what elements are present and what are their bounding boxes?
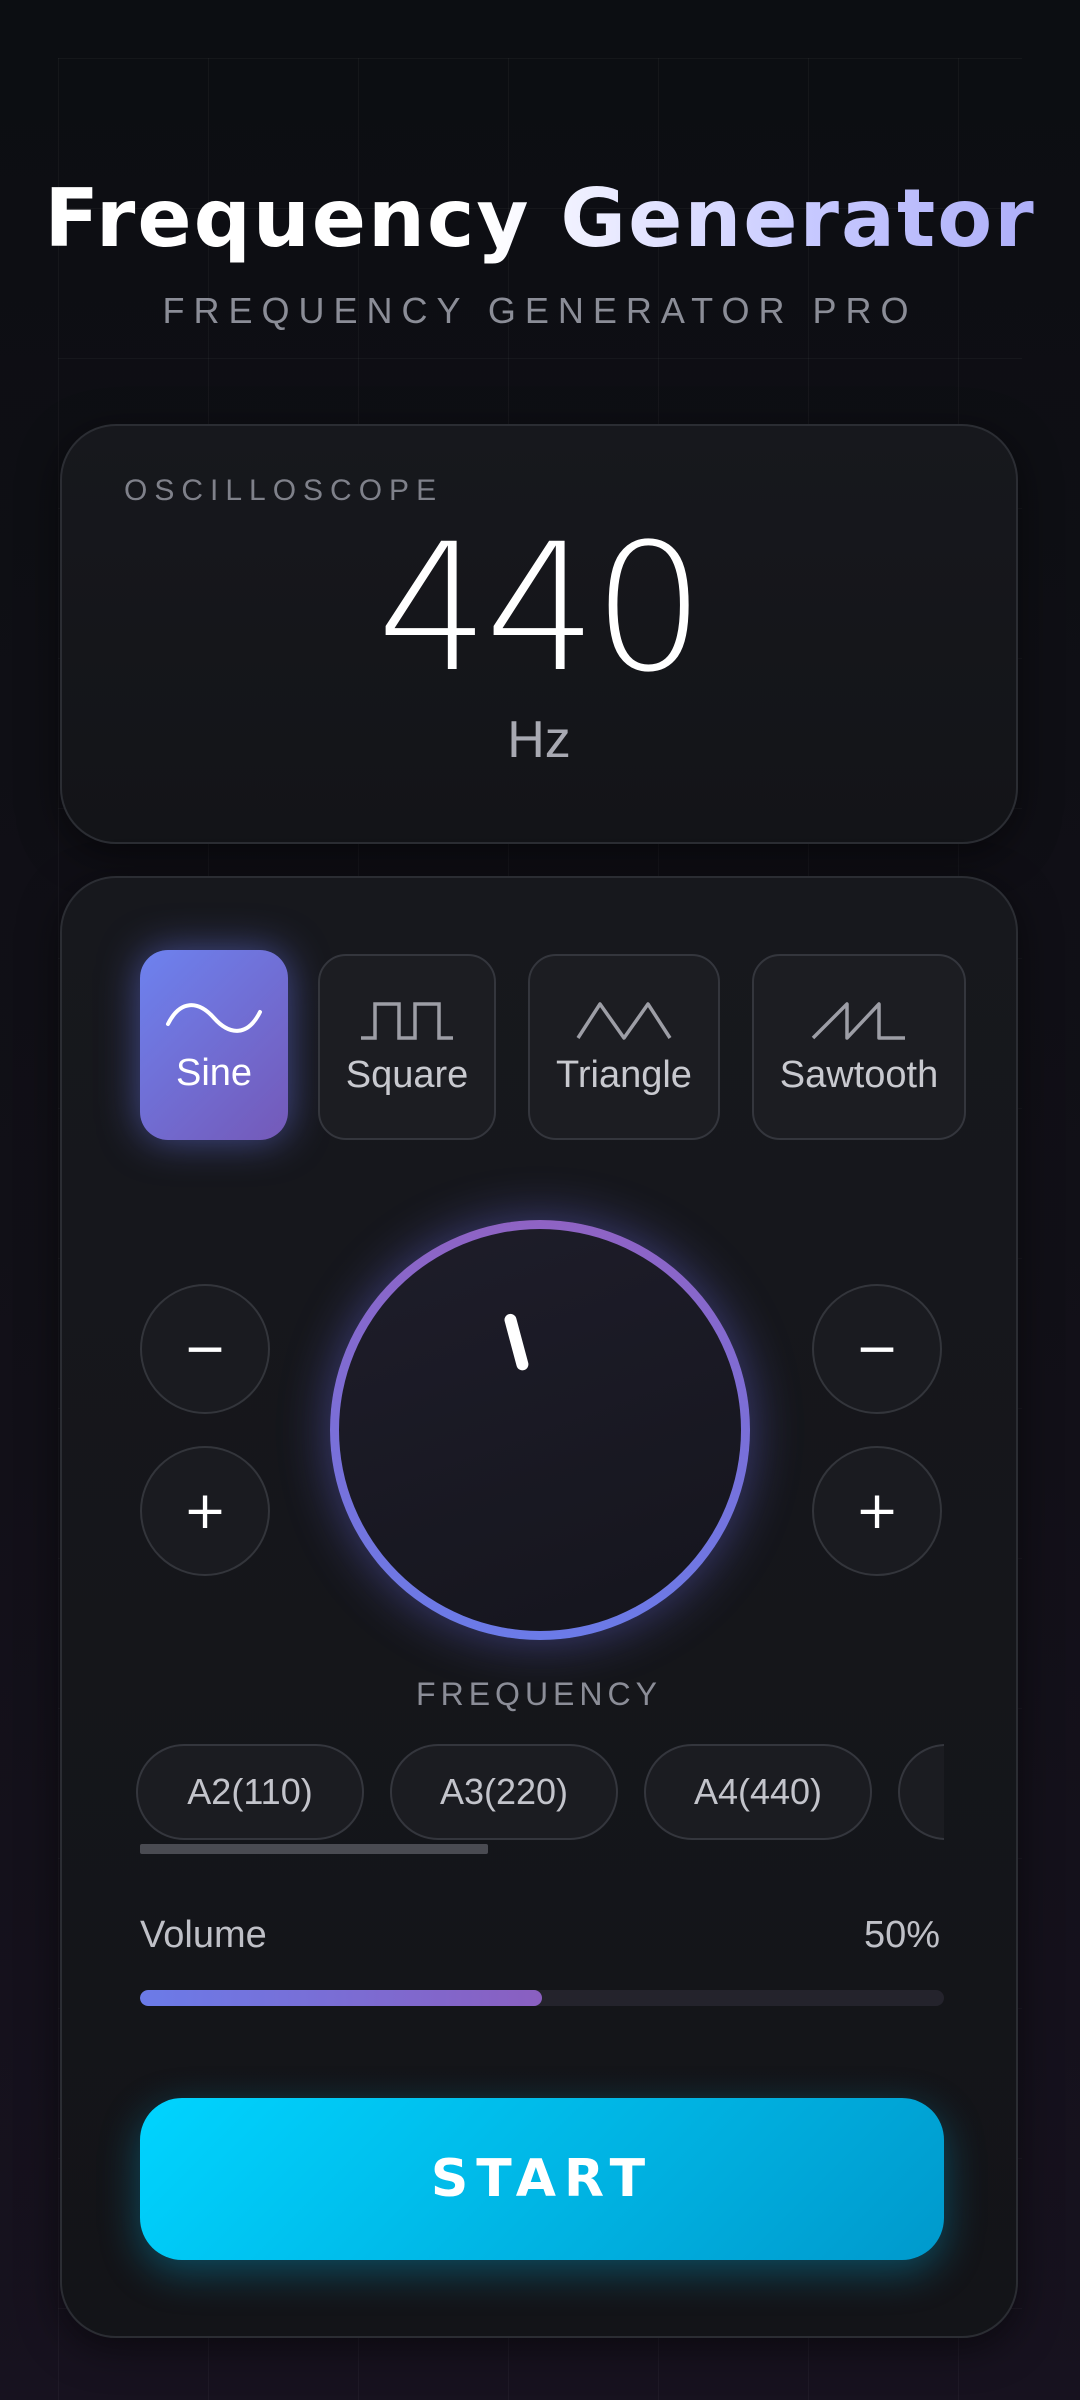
waveform-label: Triangle — [556, 1053, 692, 1096]
triangle-wave-icon — [576, 1001, 672, 1040]
frequency-dial[interactable] — [330, 1220, 750, 1640]
sawtooth-wave-icon — [811, 1001, 905, 1040]
preset-scroller[interactable]: A2(110) A3(220) A4(440) — [136, 1744, 944, 1844]
frequency-fine-decrease-button[interactable]: − — [812, 1284, 942, 1414]
frequency-unit: Hz — [507, 711, 571, 769]
square-wave-icon — [361, 1001, 453, 1040]
waveform-label: Square — [345, 1053, 469, 1096]
frequency-increase-button[interactable]: + — [140, 1446, 270, 1576]
volume-value: 50% — [863, 1914, 940, 1956]
volume-label: Volume — [140, 1914, 267, 1956]
preset-a4-button[interactable]: A4(440) — [644, 1744, 872, 1840]
controls-panel: Sine Square Triangle Sawtooth − + − + FR… — [60, 876, 1018, 2338]
preset-a2-button[interactable]: A2(110) — [136, 1744, 364, 1840]
frequency-fine-increase-button[interactable]: + — [812, 1446, 942, 1576]
app-title: Frequency Generator — [0, 172, 1080, 265]
preset-next-button[interactable] — [898, 1744, 944, 1840]
oscilloscope-panel: OSCILLOSCOPE 440 Hz — [60, 424, 1018, 844]
volume-slider-fill — [140, 1990, 542, 2006]
start-button[interactable]: START — [140, 2098, 944, 2260]
dial-label: FREQUENCY — [416, 1676, 662, 1712]
waveform-square-button[interactable]: Square — [318, 954, 496, 1140]
waveform-label: Sawtooth — [779, 1053, 939, 1096]
waveform-label: Sine — [175, 1051, 253, 1094]
waveform-sawtooth-button[interactable]: Sawtooth — [752, 954, 966, 1140]
preset-scrollbar[interactable] — [140, 1844, 944, 1854]
frequency-decrease-button[interactable]: − — [140, 1284, 270, 1414]
sine-wave-icon — [166, 1002, 262, 1033]
app-subtitle: FREQUENCY GENERATOR PRO — [162, 290, 918, 331]
volume-slider[interactable] — [140, 1990, 944, 2006]
waveform-sine-button[interactable]: Sine — [140, 950, 288, 1140]
oscilloscope-label: OSCILLOSCOPE — [124, 474, 444, 507]
waveform-triangle-button[interactable]: Triangle — [528, 954, 720, 1140]
preset-a3-button[interactable]: A3(220) — [390, 1744, 618, 1840]
dial-indicator — [503, 1312, 530, 1372]
preset-scrollbar-thumb[interactable] — [140, 1844, 488, 1854]
frequency-readout: 440 — [377, 506, 705, 711]
